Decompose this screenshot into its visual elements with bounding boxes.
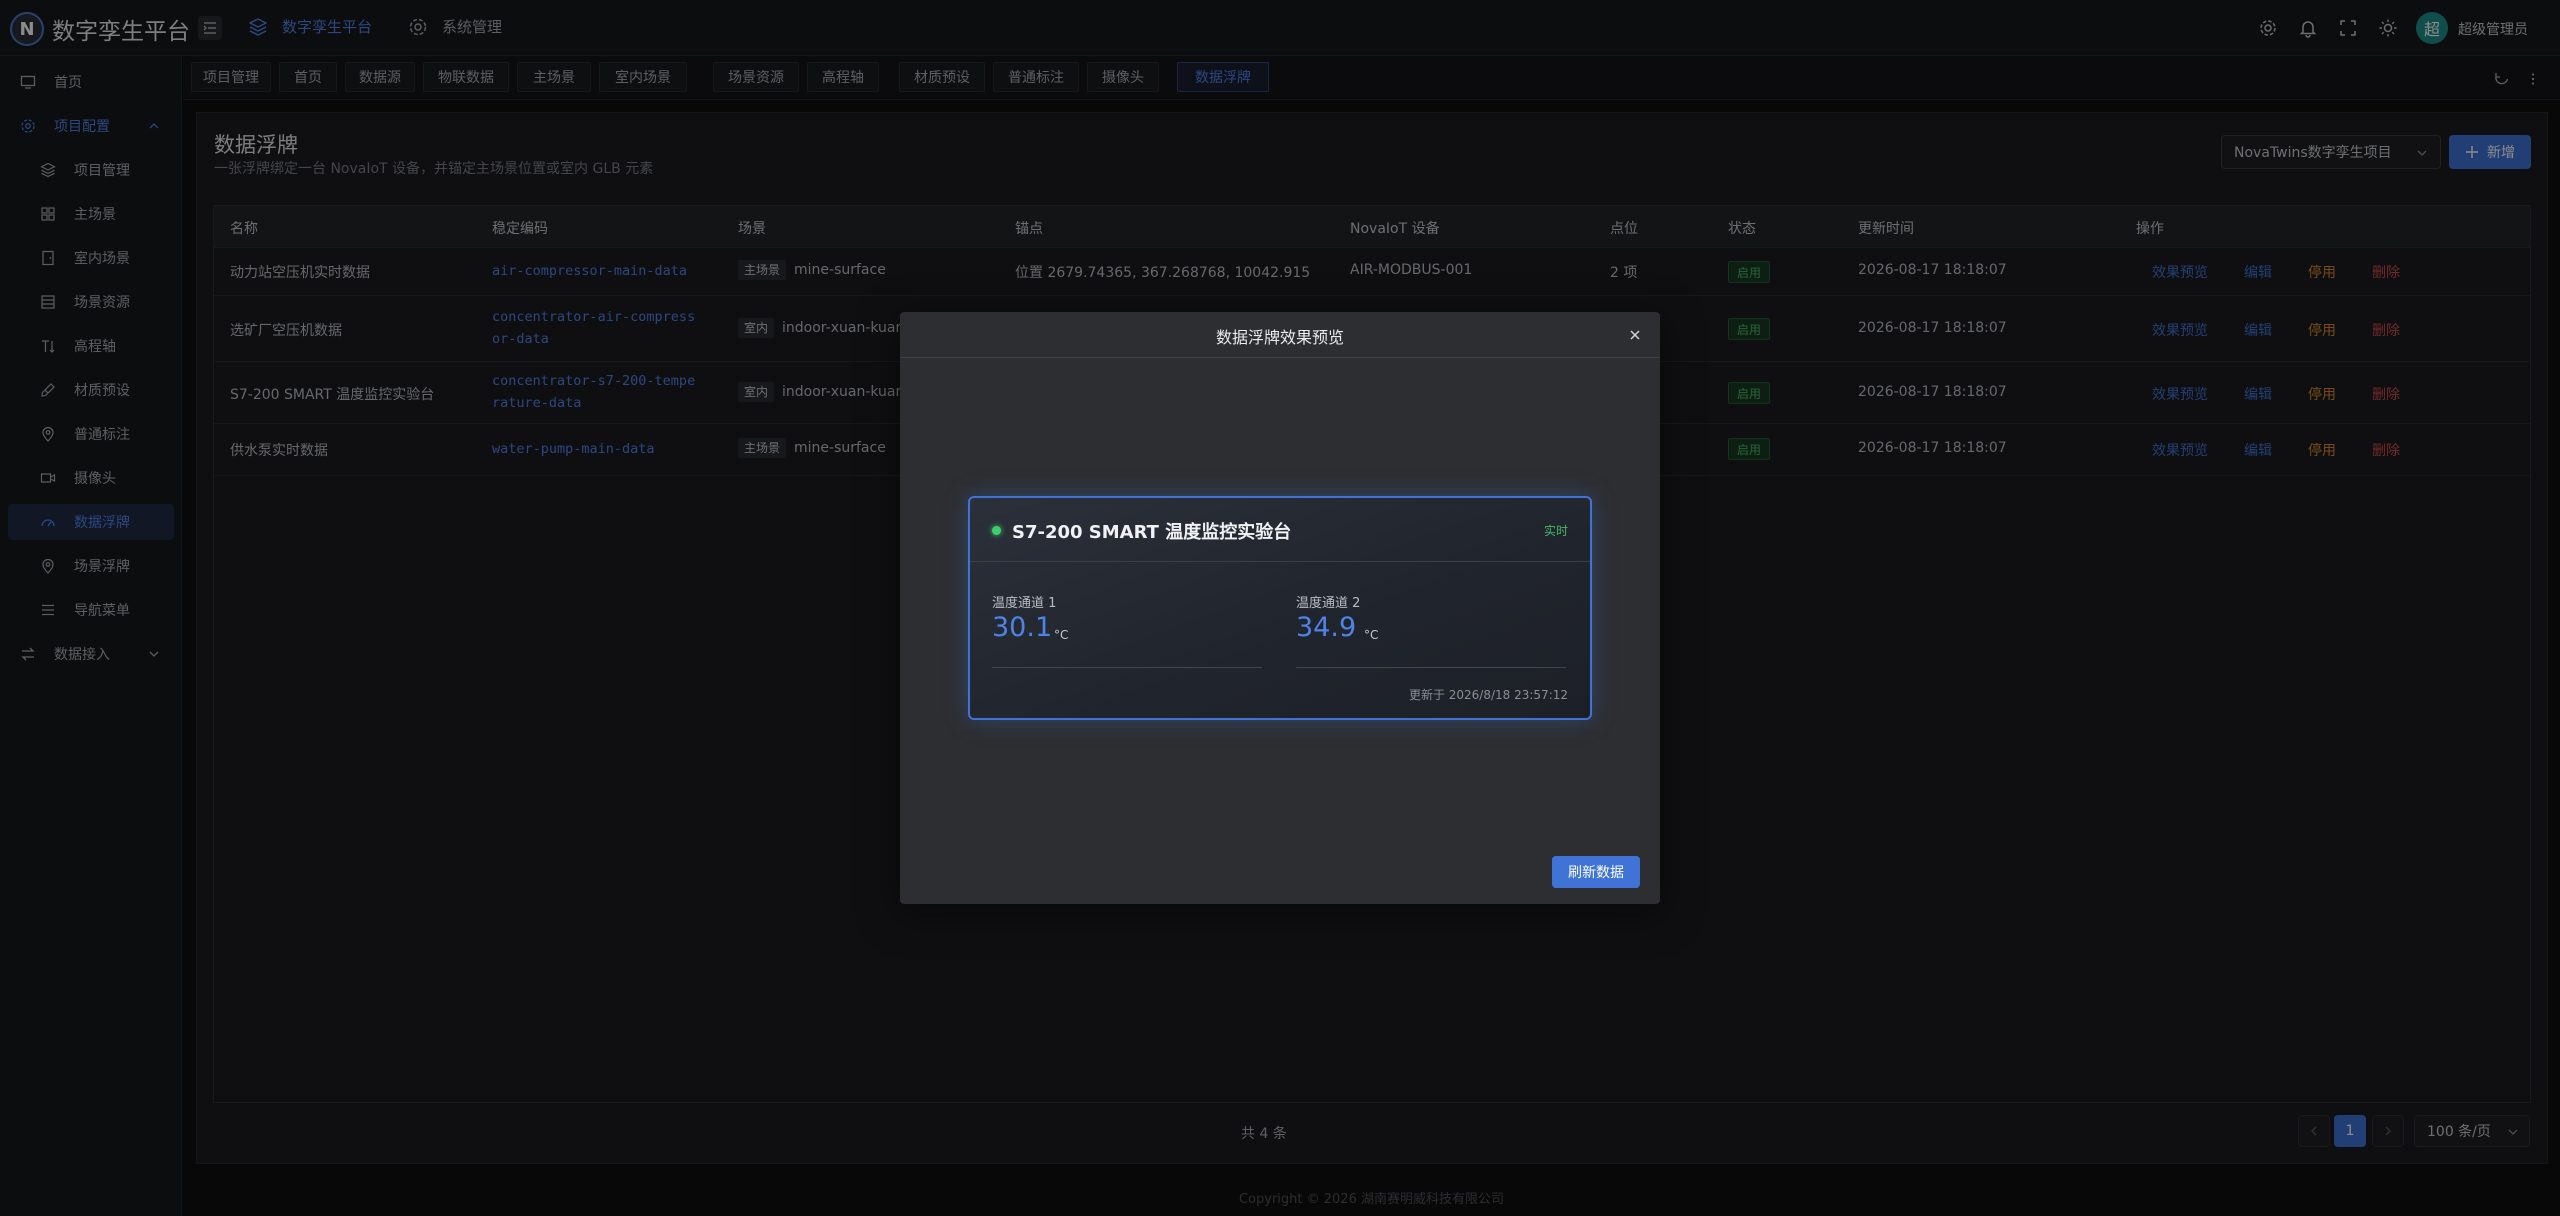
card-updated-time: 更新于 2026/8/18 23:57:12	[1408, 688, 1568, 702]
billboard-preview-card: S7-200 SMART 温度监控实验台 实时 温度通道 1 30.1 °C 温…	[968, 496, 1592, 720]
preview-modal: 数据浮牌效果预览 S7-200 SMART 温度监控实验台 实时 温度通道 1 …	[900, 312, 1660, 904]
metric-label: 温度通道 2	[1296, 596, 1361, 611]
modal-title: 数据浮牌效果预览	[1215, 328, 1344, 347]
card-title: S7-200 SMART 温度监控实验台	[1012, 522, 1292, 543]
metric-unit: °C	[1364, 628, 1379, 642]
refresh-data-button[interactable]: 刷新数据	[1552, 856, 1640, 888]
card-header: S7-200 SMART 温度监控实验台 实时	[970, 498, 1590, 562]
metric-label: 温度通道 1	[992, 596, 1057, 611]
metric-channel-2: 温度通道 2 34.9 °C	[1296, 592, 1566, 668]
metric-value: 30.1	[992, 612, 1053, 643]
live-indicator	[992, 526, 1001, 535]
modal-header: 数据浮牌效果预览	[900, 312, 1660, 358]
metric-channel-1: 温度通道 1 30.1 °C	[992, 592, 1262, 668]
realtime-badge: 实时	[1543, 524, 1568, 538]
close-icon[interactable]	[1628, 328, 1642, 342]
metric-unit: °C	[1054, 628, 1069, 642]
metric-value: 34.9	[1296, 612, 1357, 643]
